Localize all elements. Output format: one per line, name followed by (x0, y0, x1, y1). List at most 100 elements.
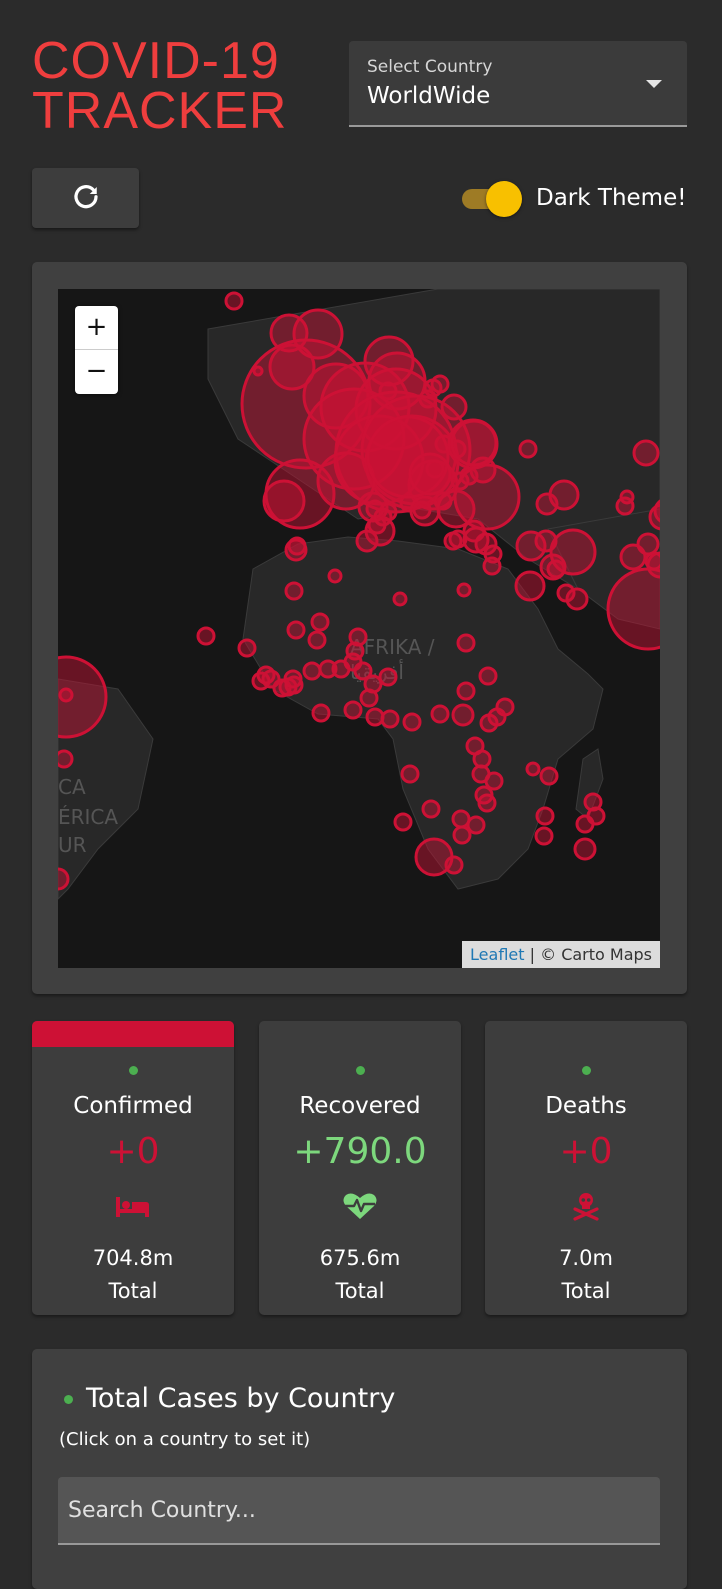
deaths-card[interactable]: Deaths +0 7.0m Total (485, 1021, 687, 1315)
case-circle[interactable] (474, 532, 498, 556)
case-circle[interactable] (58, 749, 74, 769)
world-map[interactable]: AFRIKA / أفريقيا CA ÉRICA UR + − Leaflet… (58, 289, 660, 968)
dark-theme-label: Dark Theme! (536, 185, 687, 211)
heartbeat-icon (343, 1193, 377, 1219)
case-circle[interactable] (256, 665, 276, 685)
status-dot (582, 1066, 591, 1075)
case-circle[interactable] (421, 799, 441, 819)
case-circle[interactable] (58, 867, 70, 891)
case-circle[interactable] (284, 538, 308, 562)
case-circle[interactable] (392, 591, 408, 607)
case-circle[interactable] (363, 674, 383, 694)
case-circle[interactable] (443, 531, 463, 551)
confirmed-title: Confirmed (73, 1093, 193, 1119)
case-circle[interactable] (237, 638, 257, 658)
case-circle[interactable] (430, 374, 450, 394)
case-circle[interactable] (327, 568, 343, 584)
case-circle[interactable] (450, 419, 498, 467)
case-circle[interactable] (471, 764, 491, 784)
case-circle[interactable] (518, 439, 538, 459)
search-country-input[interactable] (58, 1477, 660, 1545)
map-attribution: Leaflet | © Carto Maps (462, 941, 660, 968)
case-circle[interactable] (534, 826, 554, 846)
case-circle[interactable] (478, 666, 498, 686)
case-circle[interactable] (365, 707, 385, 727)
case-circle[interactable] (302, 661, 322, 681)
case-circle[interactable] (644, 551, 660, 571)
case-circle[interactable] (307, 630, 327, 650)
case-circle[interactable] (380, 709, 400, 729)
case-circle[interactable] (286, 620, 306, 640)
leaflet-link[interactable]: Leaflet (470, 945, 524, 964)
dark-theme-toggle[interactable] (460, 181, 522, 217)
case-circle[interactable] (262, 479, 306, 523)
case-circle[interactable] (284, 581, 304, 601)
case-circle[interactable] (573, 837, 597, 861)
country-select[interactable]: Select Country WorldWide (349, 41, 687, 127)
map-canvas: AFRIKA / أفريقيا CA ÉRICA UR (58, 289, 660, 900)
cases-by-country-hint: (Click on a country to set it) (59, 1429, 311, 1450)
case-circle[interactable] (619, 489, 635, 505)
map-label-america-b: ÉRICA (58, 805, 118, 829)
case-circle[interactable] (482, 556, 502, 576)
case-circle[interactable] (318, 659, 338, 679)
case-circle[interactable] (539, 553, 567, 581)
case-circle[interactable] (440, 393, 468, 421)
bed-icon (116, 1197, 149, 1217)
recovered-card[interactable]: Recovered +790.0 675.6m Total (259, 1021, 461, 1315)
case-circle[interactable] (343, 700, 363, 720)
case-circle[interactable] (456, 582, 472, 598)
case-circle[interactable] (535, 492, 559, 516)
case-circle[interactable] (565, 587, 589, 611)
case-circle[interactable] (58, 687, 74, 703)
map-label-america-c: UR (58, 833, 87, 857)
map-label-america-a: CA (58, 775, 86, 799)
case-circle[interactable] (409, 495, 441, 527)
case-circle[interactable] (453, 463, 521, 531)
case-circle[interactable] (451, 703, 475, 727)
case-circle[interactable] (311, 703, 331, 723)
case-circle[interactable] (514, 570, 546, 602)
case-circle[interactable] (414, 837, 454, 877)
case-circle[interactable] (283, 669, 303, 689)
case-circle[interactable] (495, 697, 515, 717)
case-circle[interactable] (477, 793, 497, 813)
case-circle[interactable] (632, 439, 660, 467)
case-circle[interactable] (575, 814, 595, 834)
refresh-button[interactable] (32, 168, 139, 228)
zoom-in-button[interactable]: + (75, 306, 118, 350)
case-circle[interactable] (515, 530, 547, 562)
case-circle[interactable] (373, 507, 393, 527)
case-circle[interactable] (196, 626, 216, 646)
case-circle[interactable] (343, 652, 363, 672)
case-circle[interactable] (456, 681, 476, 701)
app-title: COVID-19 TRACKER (32, 35, 288, 140)
case-circle[interactable] (525, 761, 541, 777)
confirmed-card[interactable]: Confirmed +0 704.8m Total (32, 1021, 234, 1315)
case-circle[interactable] (452, 825, 472, 845)
case-circle[interactable] (535, 806, 555, 826)
case-circle[interactable] (456, 633, 476, 653)
status-dot (356, 1066, 365, 1075)
case-circle[interactable] (539, 766, 559, 786)
case-circle[interactable] (348, 627, 368, 647)
case-circle[interactable] (408, 452, 452, 496)
case-circle[interactable] (400, 764, 420, 784)
toggle-thumb (486, 181, 522, 217)
recovered-total-label: Total (335, 1279, 385, 1303)
case-circle[interactable] (636, 532, 660, 556)
zoom-control: + − (75, 306, 118, 394)
case-circle[interactable] (430, 704, 450, 724)
case-circle[interactable] (378, 667, 398, 687)
case-circle[interactable] (402, 712, 422, 732)
case-circle[interactable] (393, 812, 413, 832)
selected-indicator-bar (32, 1021, 234, 1047)
dropdown-arrow-icon (646, 80, 662, 88)
case-circle[interactable] (310, 612, 330, 632)
status-dot (64, 1395, 73, 1404)
app-title-line-2: TRACKER (32, 82, 288, 140)
case-circle[interactable] (224, 291, 244, 311)
zoom-out-button[interactable]: − (75, 350, 118, 393)
country-select-value: WorldWide (367, 83, 491, 109)
case-circle[interactable] (355, 529, 379, 553)
